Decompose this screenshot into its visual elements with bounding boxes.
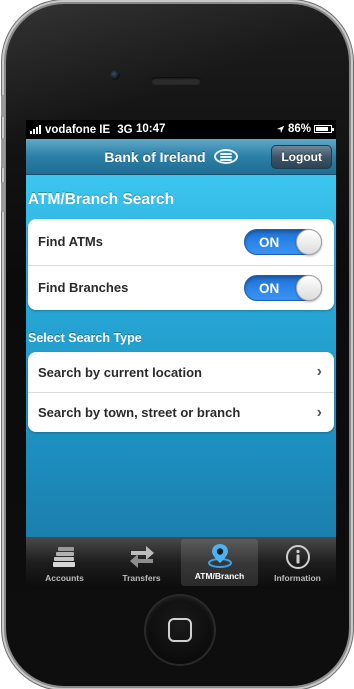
bank-logo-icon — [213, 149, 238, 164]
network-type: 3G — [117, 123, 133, 136]
battery-icon — [314, 125, 334, 133]
tab-bar: Accounts Transfers ATM/Branch Informatio… — [26, 537, 336, 588]
carrier-name: vodafone IE — [45, 123, 111, 136]
location-arrow-icon — [276, 125, 285, 133]
find-atms-row: Find ATMs ON — [28, 219, 334, 265]
accounts-icon — [51, 544, 79, 570]
section-title-atm-branch-search: ATM/Branch Search — [28, 191, 175, 208]
find-atms-toggle[interactable]: ON — [244, 228, 322, 255]
location-pin-icon — [206, 542, 234, 568]
volume-down-button — [1, 182, 5, 212]
home-square-icon — [168, 618, 192, 642]
home-button[interactable] — [146, 596, 214, 664]
status-bar: vodafone IE 3G 10:47 86% — [26, 120, 336, 139]
search-town-street-branch-label: Search by town, street or branch — [38, 405, 241, 420]
navigation-bar: Bank of Ireland Logout — [26, 139, 336, 175]
toggle-state-text: ON — [259, 280, 280, 296]
tab-information[interactable]: Information — [259, 537, 336, 588]
chevron-right-icon: › — [316, 363, 322, 380]
nav-title: Bank of Ireland — [104, 148, 206, 165]
find-atms-label: Find ATMs — [38, 234, 103, 250]
chevron-right-icon: › — [316, 403, 322, 421]
section-title-select-search-type: Select Search Type — [28, 331, 142, 345]
search-town-street-branch-row[interactable]: Search by town, street or branch › — [28, 392, 334, 432]
logout-button[interactable]: Logout — [271, 145, 332, 169]
tab-accounts[interactable]: Accounts — [26, 537, 103, 588]
find-branches-label: Find Branches — [38, 280, 129, 296]
tab-transfers[interactable]: Transfers — [103, 537, 180, 588]
earpiece-speaker — [151, 77, 201, 85]
find-branches-toggle[interactable]: ON — [244, 274, 322, 301]
tab-atm-branch[interactable]: ATM/Branch — [181, 539, 258, 586]
status-time: 10:47 — [136, 123, 166, 135]
ringer-switch — [1, 95, 5, 117]
search-current-location-row[interactable]: Search by current location › — [28, 352, 334, 392]
toggle-knob — [296, 274, 322, 301]
phone-screen: vodafone IE 3G 10:47 86% Bank of Ireland… — [26, 120, 336, 588]
toggle-group: Find ATMs ON Find Branches ON — [28, 219, 334, 310]
toggle-knob — [296, 228, 322, 255]
find-branches-row: Find Branches ON — [28, 264, 334, 311]
battery-percent: 86% — [287, 123, 311, 135]
info-icon — [284, 544, 312, 570]
search-current-location-label: Search by current location — [38, 364, 202, 380]
main-content: ATM/Branch Search Find ATMs ON Find Bran… — [26, 175, 336, 537]
transfers-icon — [128, 544, 156, 570]
tab-label: Transfers — [122, 573, 161, 583]
volume-up-button — [1, 138, 5, 168]
toggle-state-text: ON — [259, 234, 280, 250]
tab-label: ATM/Branch — [194, 571, 245, 581]
tab-label: Accounts — [45, 573, 84, 583]
search-type-group: Search by current location › Search by t… — [28, 352, 334, 432]
front-camera — [110, 70, 120, 80]
signal-strength-icon — [30, 125, 41, 134]
tab-label: Information — [274, 573, 321, 583]
